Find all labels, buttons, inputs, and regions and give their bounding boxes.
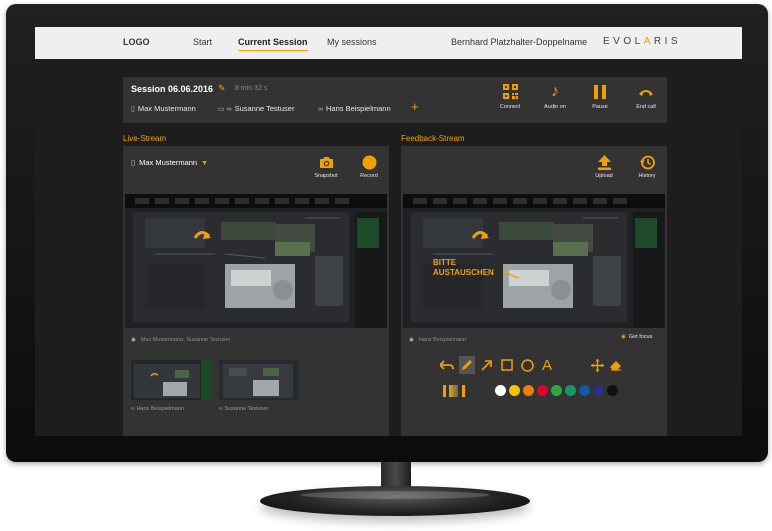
logo: LOGO	[123, 37, 150, 47]
participant-max[interactable]: ▯ Max Mustermann	[131, 104, 196, 113]
connect-button[interactable]: Connect	[490, 83, 530, 110]
session-title: Session 06.06.2016	[131, 84, 214, 94]
connect-label: Connect	[499, 104, 521, 110]
annotation-line-1: BITTE	[433, 258, 457, 267]
upload-button[interactable]: Upload	[584, 154, 624, 179]
user-name[interactable]: Bernhard Platzhalter-Doppelname	[451, 37, 587, 47]
annotation-line-2: AUSTAUSCHEN	[433, 268, 494, 277]
participant-susanne[interactable]: ▭ ∞ Susanne Testuser	[218, 104, 294, 113]
edit-title-icon[interactable]: ✎	[218, 83, 226, 94]
live-video-frame[interactable]	[125, 194, 387, 328]
arrow-tool-icon[interactable]	[479, 356, 495, 374]
annotated-laptop-image: BITTE AUSTAUSCHEN	[403, 194, 665, 328]
color-palette	[443, 384, 643, 398]
phone-icon: ▯	[131, 158, 136, 167]
eraser-icon[interactable]	[607, 356, 623, 374]
rectangle-tool-icon[interactable]	[499, 356, 515, 374]
hang-up-icon	[626, 83, 666, 100]
history-button[interactable]: History	[627, 154, 667, 179]
eye-icon: ◉	[131, 337, 136, 343]
live-stream-heading: Live-Stream	[123, 134, 167, 143]
color-swatch[interactable]	[551, 385, 562, 396]
add-participant-icon[interactable]: +	[411, 99, 419, 114]
color-swatch[interactable]	[579, 385, 590, 396]
color-swatch[interactable]	[523, 385, 534, 396]
qr-code-icon	[490, 83, 530, 100]
feedback-stream-panel: Upload History BITTE AUSTAUSCHEN ◉ Hans …	[401, 146, 667, 436]
eye-icon: ◉	[409, 337, 414, 343]
snapshot-thumbnail-2[interactable]	[219, 360, 299, 400]
brand-logo: EVOLARIS	[603, 36, 682, 47]
history-icon	[627, 154, 667, 170]
color-swatch[interactable]	[495, 385, 506, 396]
nav-start[interactable]: Start	[193, 37, 212, 47]
camera-icon	[306, 154, 346, 170]
participant-hans[interactable]: ∞ Hans Beispielmann	[318, 104, 391, 113]
get-focus-button[interactable]: ◉ Get focus	[621, 334, 652, 340]
eye-icon: ◉	[621, 334, 626, 340]
navbar: LOGO Start Current Session My sessions B…	[35, 27, 742, 59]
laptop-internals-image	[125, 194, 387, 328]
live-stream-panel: ▯ Max Mustermann ▼ Snapshot Record ◉ Max…	[123, 146, 389, 436]
record-icon	[349, 154, 389, 170]
record-label: Record	[360, 173, 378, 179]
app-screen: LOGO Start Current Session My sessions B…	[35, 27, 742, 436]
thumbnail-image	[131, 360, 211, 400]
end-call-label: End call	[636, 104, 656, 110]
stroke-thin-icon[interactable]	[443, 385, 446, 397]
nav-my-sessions[interactable]: My sessions	[327, 37, 377, 47]
session-bar: Session 06.06.2016 ✎ 8 min 32 s ▯ Max Mus…	[123, 77, 667, 123]
move-tool-icon[interactable]	[589, 356, 605, 374]
pause-label: Pause	[592, 104, 608, 110]
nav-current-session[interactable]: Current Session	[238, 37, 308, 51]
color-swatch[interactable]	[509, 385, 520, 396]
stroke-width-icon[interactable]	[449, 385, 458, 397]
snapshot-button[interactable]: Snapshot	[306, 154, 346, 179]
feedback-stream-heading: Feedback-Stream	[401, 134, 465, 143]
audio-label: Audio on	[544, 104, 566, 110]
thumbnail-image	[219, 360, 299, 400]
upload-label: Upload	[595, 173, 613, 179]
camera-selector[interactable]: ▯ Max Mustermann ▼	[131, 158, 208, 167]
snapshot-label: Snapshot	[314, 173, 338, 179]
stroke-thick-icon[interactable]	[462, 385, 465, 397]
pencil-tool-icon[interactable]	[459, 356, 475, 374]
feedback-viewers: ◉ Hans Beispielmann	[409, 337, 467, 343]
record-button[interactable]: Record	[349, 154, 389, 179]
music-note-icon: ♪	[551, 82, 559, 100]
glasses-icon: ∞	[318, 106, 323, 113]
thumbnail-label-1: ∞ Hans Beispielmann	[131, 406, 184, 412]
snapshot-thumbnail-1[interactable]	[131, 360, 211, 400]
drawing-toolbar: A	[439, 356, 639, 376]
history-label: History	[638, 173, 656, 179]
pause-button[interactable]: Pause	[580, 83, 620, 110]
monitor-base-highlight	[300, 491, 490, 499]
color-swatch[interactable]	[593, 385, 604, 396]
thumbnail-label-2: ∞ Susanne Testuser	[219, 406, 269, 412]
circle-tool-icon[interactable]	[519, 356, 535, 374]
end-call-button[interactable]: End call	[626, 83, 666, 110]
chevron-down-icon: ▼	[201, 160, 209, 167]
laptop-glasses-icon: ▭ ∞	[218, 106, 232, 113]
live-viewers: ◉ Max Mustermann, Susanne Testuser	[131, 337, 231, 343]
color-swatch[interactable]	[565, 385, 576, 396]
undo-icon[interactable]	[439, 356, 455, 374]
feedback-video-frame[interactable]: BITTE AUSTAUSCHEN	[403, 194, 665, 328]
upload-icon	[584, 154, 624, 170]
phone-icon: ▯	[131, 106, 135, 113]
audio-button[interactable]: ♪ Audio on	[535, 82, 575, 111]
text-tool-icon[interactable]: A	[539, 356, 555, 374]
color-swatch[interactable]	[537, 385, 548, 396]
pause-icon	[580, 83, 620, 100]
session-duration: 8 min 32 s	[235, 85, 268, 92]
color-swatch[interactable]	[607, 385, 618, 396]
